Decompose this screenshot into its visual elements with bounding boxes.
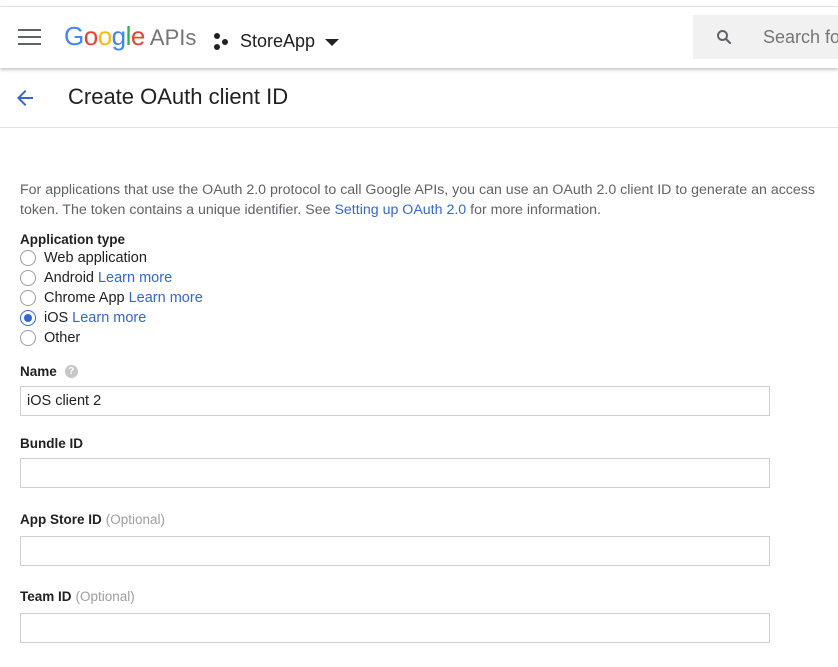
android-learn-more-link[interactable]: Learn more	[98, 270, 172, 286]
radio-option-web-application[interactable]: Web application	[20, 248, 203, 268]
name-input[interactable]	[20, 386, 770, 416]
help-icon[interactable]: ?	[64, 365, 78, 378]
google-apis-logo[interactable]: Google APIs	[64, 21, 196, 53]
hamburger-menu-icon[interactable]	[18, 29, 42, 47]
intro-text: For applications that use the OAuth 2.0 …	[20, 180, 820, 220]
radio-button[interactable]	[20, 290, 36, 306]
radio-button[interactable]	[20, 250, 36, 266]
team-id-input[interactable]	[20, 613, 770, 643]
ios-learn-more-link[interactable]: Learn more	[72, 310, 146, 326]
app-store-id-field-label: App Store ID (Optional)	[20, 512, 165, 527]
radio-button[interactable]	[20, 270, 36, 286]
application-type-label: Application type	[20, 232, 126, 247]
radio-option-ios[interactable]: iOS Learn more	[20, 308, 203, 328]
bundle-id-label-text: Bundle ID	[20, 436, 83, 451]
radio-button[interactable]	[20, 330, 36, 346]
search-input[interactable]	[763, 23, 838, 51]
radio-button-selected[interactable]	[20, 310, 36, 326]
app-store-id-label-text: App Store ID	[20, 512, 102, 527]
optional-hint: (Optional)	[75, 589, 135, 604]
top-app-bar: Google APIs StoreApp	[0, 6, 838, 68]
search-box[interactable]	[693, 15, 838, 59]
radio-label: Other	[44, 330, 81, 346]
bundle-id-field-label: Bundle ID	[20, 436, 83, 451]
back-arrow-icon[interactable]	[13, 86, 37, 110]
chevron-down-icon	[325, 39, 340, 46]
name-field-label: Name ?	[20, 364, 78, 379]
radio-option-chrome-app[interactable]: Chrome App Learn more	[20, 288, 203, 308]
name-label-text: Name	[20, 364, 57, 379]
apis-logo-text: APIs	[149, 25, 197, 50]
project-selector[interactable]: StoreApp	[214, 31, 340, 52]
bundle-id-input[interactable]	[20, 458, 770, 488]
setting-up-oauth-link[interactable]: Setting up OAuth 2.0	[334, 202, 466, 218]
google-logo-text: Google	[64, 21, 145, 51]
team-id-label-text: Team ID	[20, 589, 72, 604]
project-name: StoreApp	[240, 31, 316, 51]
radio-label: iOS	[44, 310, 69, 326]
team-id-field-label: Team ID (Optional)	[20, 589, 135, 604]
page-title: Create OAuth client ID	[68, 84, 289, 109]
form-content: For applications that use the OAuth 2.0 …	[20, 180, 820, 220]
application-type-radio-group: Web application Android Learn more Chrom…	[20, 248, 203, 348]
chrome-app-learn-more-link[interactable]: Learn more	[129, 290, 203, 306]
optional-hint: (Optional)	[105, 512, 166, 527]
radio-option-other[interactable]: Other	[20, 328, 203, 348]
radio-option-android[interactable]: Android Learn more	[20, 268, 203, 288]
intro-text-after: for more information.	[466, 202, 602, 218]
search-icon[interactable]	[715, 28, 733, 46]
radio-label: Web application	[44, 250, 147, 266]
page-header: Create OAuth client ID	[0, 68, 838, 128]
app-store-id-input[interactable]	[20, 536, 770, 566]
project-dots-icon	[214, 32, 232, 51]
radio-label: Android	[44, 270, 94, 286]
radio-label: Chrome App	[44, 290, 125, 306]
